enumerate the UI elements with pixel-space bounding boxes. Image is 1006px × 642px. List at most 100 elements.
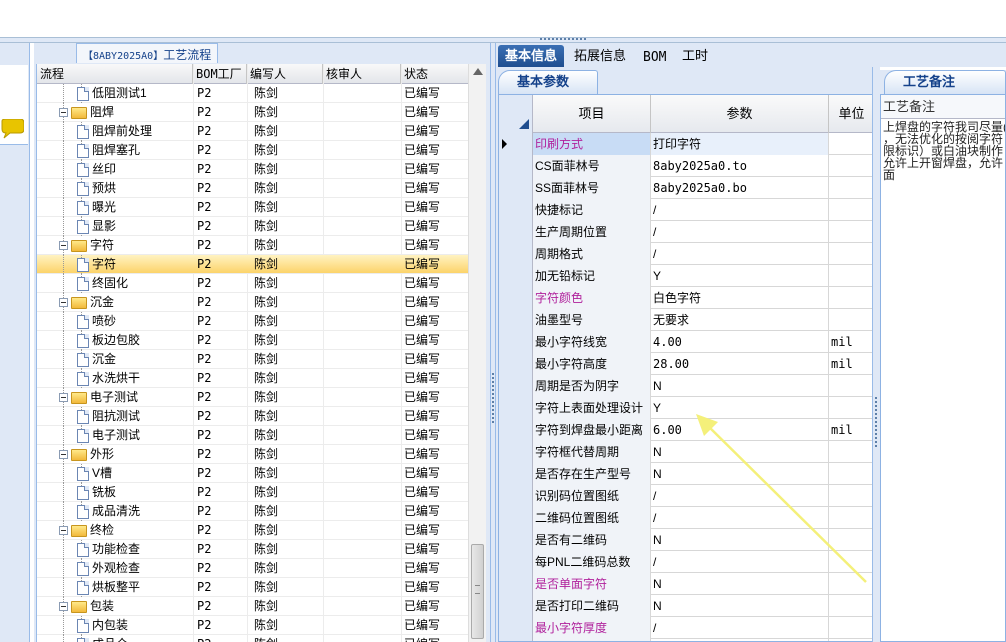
- reviewer-cell[interactable]: [326, 179, 402, 198]
- reviewer-cell[interactable]: [326, 103, 402, 122]
- param-row[interactable]: 最小字符线宽 4.00 mil: [533, 331, 873, 353]
- tree-cell[interactable]: V槽: [37, 464, 193, 483]
- param-value-cell[interactable]: N: [651, 463, 829, 485]
- status-cell[interactable]: 已编写: [404, 331, 468, 350]
- param-value-cell[interactable]: 8aby2025a0.bo: [651, 177, 829, 199]
- select-all-corner-icon[interactable]: [519, 119, 529, 129]
- editor-cell[interactable]: 陈剑: [254, 445, 324, 464]
- editor-cell[interactable]: 陈剑: [254, 369, 324, 388]
- param-row[interactable]: 识别码位置图纸 /: [533, 485, 873, 507]
- bom-cell[interactable]: P2: [197, 255, 247, 274]
- param-row[interactable]: 是否单面字符 N: [533, 573, 873, 595]
- status-cell[interactable]: 已编写: [404, 103, 468, 122]
- bom-cell[interactable]: P2: [197, 179, 247, 198]
- process-row[interactable]: 电子测试 P2 陈剑 已编写: [37, 388, 469, 407]
- status-cell[interactable]: 已编写: [404, 160, 468, 179]
- bom-cell[interactable]: P2: [197, 483, 247, 502]
- tree-cell[interactable]: 包装: [37, 597, 193, 616]
- process-row[interactable]: 成品清洗 P2 陈剑 已编写: [37, 502, 469, 521]
- tab-extended-info[interactable]: 拓展信息: [567, 45, 633, 67]
- param-value-cell[interactable]: /: [651, 507, 829, 529]
- tree-cell[interactable]: 曝光: [37, 198, 193, 217]
- scrollbar-thumb[interactable]: [471, 544, 484, 639]
- bom-cell[interactable]: P2: [197, 502, 247, 521]
- param-value-cell[interactable]: /: [651, 485, 829, 507]
- bom-cell[interactable]: P2: [197, 578, 247, 597]
- notes-text[interactable]: 上焊盘的字符我司尽量( ，无法优化的按阅字符 限标识）或白油块制作 允许上开窗焊…: [881, 119, 1005, 183]
- editor-cell[interactable]: 陈剑: [254, 198, 324, 217]
- process-row[interactable]: 字符 P2 陈剑 已编写: [37, 236, 469, 255]
- collapse-toggle-icon[interactable]: [59, 241, 68, 251]
- reviewer-cell[interactable]: [326, 407, 402, 426]
- reviewer-cell[interactable]: [326, 464, 402, 483]
- editor-cell[interactable]: 陈剑: [254, 179, 324, 198]
- reviewer-cell[interactable]: [326, 445, 402, 464]
- status-cell[interactable]: 已编写: [404, 578, 468, 597]
- process-row[interactable]: 烘板整平 P2 陈剑 已编写: [37, 578, 469, 597]
- status-cell[interactable]: 已编写: [404, 445, 468, 464]
- bom-cell[interactable]: P2: [197, 160, 247, 179]
- param-row[interactable]: 字符框代替周期 N: [533, 441, 873, 463]
- status-cell[interactable]: 已编写: [404, 84, 468, 103]
- tab-basic-info[interactable]: 基本信息: [498, 45, 565, 67]
- status-cell[interactable]: 已编写: [404, 274, 468, 293]
- editor-cell[interactable]: 陈剑: [254, 578, 324, 597]
- param-value-cell[interactable]: /: [651, 199, 829, 221]
- bom-cell[interactable]: P2: [197, 293, 247, 312]
- process-row[interactable]: 电子测试 P2 陈剑 已编写: [37, 426, 469, 445]
- param-value-cell[interactable]: 6.00: [651, 419, 829, 441]
- editor-cell[interactable]: 陈剑: [254, 388, 324, 407]
- reviewer-cell[interactable]: [326, 84, 402, 103]
- status-cell[interactable]: 已编写: [404, 198, 468, 217]
- process-row[interactable]: 终固化 P2 陈剑 已编写: [37, 274, 469, 293]
- param-value-cell[interactable]: Y: [651, 265, 829, 287]
- param-value-cell[interactable]: /: [651, 221, 829, 243]
- reviewer-cell[interactable]: [326, 160, 402, 179]
- editor-cell[interactable]: 陈剑: [254, 236, 324, 255]
- bom-cell[interactable]: P2: [197, 388, 247, 407]
- subtab-process-notes[interactable]: 工艺备注: [884, 70, 1006, 94]
- bom-cell[interactable]: P2: [197, 521, 247, 540]
- status-cell[interactable]: 已编写: [404, 388, 468, 407]
- process-row[interactable]: 板边包胶 P2 陈剑 已编写: [37, 331, 469, 350]
- param-row[interactable]: 最小字符高度 28.00 mil: [533, 353, 873, 375]
- editor-cell[interactable]: 陈剑: [254, 103, 324, 122]
- col-header-status[interactable]: 状态: [401, 64, 469, 84]
- param-row[interactable]: 二维码位置图纸 /: [533, 507, 873, 529]
- param-row[interactable]: 是否有二维码 N: [533, 529, 873, 551]
- bom-cell[interactable]: P2: [197, 141, 247, 160]
- editor-cell[interactable]: 陈剑: [254, 540, 324, 559]
- status-cell[interactable]: 已编写: [404, 464, 468, 483]
- status-cell[interactable]: 已编写: [404, 635, 468, 642]
- tree-cell[interactable]: 预烘: [37, 179, 193, 198]
- bom-cell[interactable]: P2: [197, 198, 247, 217]
- collapse-toggle-icon[interactable]: [59, 602, 68, 612]
- bom-cell[interactable]: P2: [197, 274, 247, 293]
- status-cell[interactable]: 已编写: [404, 426, 468, 445]
- bom-cell[interactable]: P2: [197, 597, 247, 616]
- bom-cell[interactable]: P2: [197, 559, 247, 578]
- editor-cell[interactable]: 陈剑: [254, 502, 324, 521]
- tree-cell[interactable]: 板边包胶: [37, 331, 193, 350]
- param-value-cell[interactable]: N: [651, 595, 829, 617]
- editor-cell[interactable]: 陈剑: [254, 84, 324, 103]
- editor-cell[interactable]: 陈剑: [254, 635, 324, 642]
- editor-cell[interactable]: 陈剑: [254, 331, 324, 350]
- status-cell[interactable]: 已编写: [404, 236, 468, 255]
- col-header-process[interactable]: 流程: [37, 64, 193, 84]
- reviewer-cell[interactable]: [326, 483, 402, 502]
- bom-cell[interactable]: P2: [197, 540, 247, 559]
- process-row[interactable]: 沉金 P2 陈剑 已编写: [37, 350, 469, 369]
- process-row[interactable]: 曝光 P2 陈剑 已编写: [37, 198, 469, 217]
- reviewer-cell[interactable]: [326, 350, 402, 369]
- reviewer-cell[interactable]: [326, 274, 402, 293]
- editor-cell[interactable]: 陈剑: [254, 312, 324, 331]
- editor-cell[interactable]: 陈剑: [254, 597, 324, 616]
- tree-cell[interactable]: 字符: [37, 236, 193, 255]
- param-row[interactable]: SS面菲林号 8aby2025a0.bo: [533, 177, 873, 199]
- editor-cell[interactable]: 陈剑: [254, 160, 324, 179]
- col-header-unit[interactable]: 单位: [829, 95, 873, 133]
- bom-cell[interactable]: P2: [197, 445, 247, 464]
- param-value-cell[interactable]: /: [651, 617, 829, 639]
- tree-cell[interactable]: 烘板整平: [37, 578, 193, 597]
